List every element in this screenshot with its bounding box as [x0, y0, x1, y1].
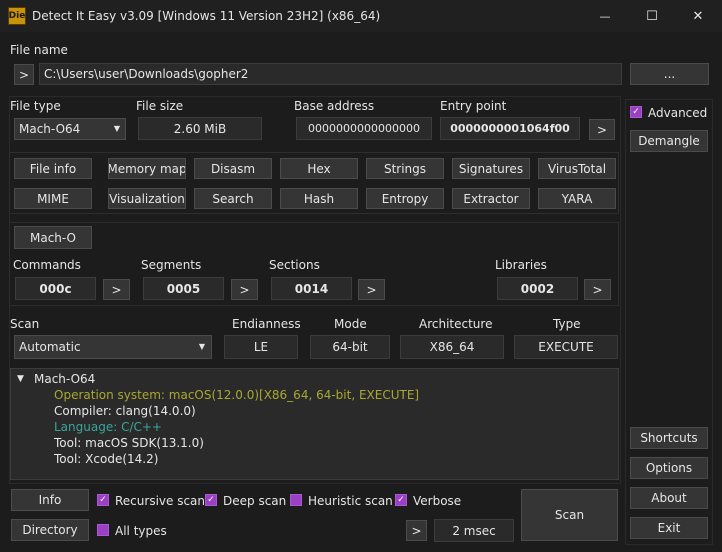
- commands-label: Commands: [13, 258, 81, 272]
- tool-button-file-info[interactable]: File info: [14, 158, 92, 179]
- recursive-scan-checkbox[interactable]: ✓: [97, 494, 109, 506]
- macho-button[interactable]: Mach-O: [14, 226, 92, 249]
- tool-button-signatures[interactable]: Signatures: [452, 158, 530, 179]
- tool-button-disasm[interactable]: Disasm: [194, 158, 272, 179]
- tree-result-line[interactable]: Tool: macOS SDK(13.1.0): [54, 436, 204, 450]
- base-address-label: Base address: [294, 99, 375, 113]
- entry-point-button[interactable]: >: [589, 119, 615, 140]
- tree-result-line[interactable]: Compiler: clang(14.0.0): [54, 404, 196, 418]
- file-type-select[interactable]: Mach-O64 ▼: [14, 118, 126, 140]
- app-logo-icon: Die: [8, 7, 26, 25]
- window-title: Detect It Easy v3.09 [Windows 11 Version…: [32, 9, 381, 23]
- file-type-value: Mach-O64: [19, 122, 81, 136]
- chevron-down-icon: ▼: [198, 342, 205, 351]
- tool-button-yara[interactable]: YARA: [538, 188, 616, 209]
- deep-scan-checkbox[interactable]: ✓: [205, 494, 217, 506]
- type-label: Type: [553, 317, 581, 331]
- sections-label: Sections: [269, 258, 320, 272]
- all-types-checkbox[interactable]: [97, 524, 109, 536]
- demangle-button[interactable]: Demangle: [630, 130, 708, 152]
- file-name-label: File name: [10, 43, 68, 57]
- tool-button-memory-map[interactable]: Memory map: [108, 158, 186, 179]
- commands-value: 000c: [15, 277, 96, 300]
- recursive-scan-label: Recursive scan: [115, 494, 206, 508]
- tool-button-strings[interactable]: Strings: [366, 158, 444, 179]
- advanced-checkbox[interactable]: ✓: [630, 106, 642, 118]
- verbose-checkbox[interactable]: ✓: [395, 494, 407, 506]
- results-tree[interactable]: ▼ Mach-O64 Operation system: macOS(12.0.…: [10, 368, 619, 480]
- checkmark-icon: ✓: [632, 106, 640, 117]
- scan-mode-select[interactable]: Automatic ▼: [14, 335, 212, 359]
- libraries-value: 0002: [497, 277, 578, 300]
- minimize-button[interactable]: —: [590, 6, 620, 26]
- base-address-value: 0000000000000000: [296, 117, 432, 140]
- tool-button-search[interactable]: Search: [194, 188, 272, 209]
- libraries-button[interactable]: >: [584, 279, 611, 300]
- tree-result-line[interactable]: Language: C/C++: [54, 420, 162, 434]
- tree-result-line[interactable]: Operation system: macOS(12.0.0)[X86_64, …: [54, 388, 419, 402]
- file-size-label: File size: [136, 99, 184, 113]
- tool-button-extractor[interactable]: Extractor: [452, 188, 530, 209]
- exit-button[interactable]: Exit: [630, 517, 708, 539]
- tool-button-hash[interactable]: Hash: [280, 188, 358, 209]
- info-button[interactable]: Info: [11, 489, 89, 511]
- libraries-label: Libraries: [495, 258, 547, 272]
- file-size-value: 2.60 MiB: [138, 117, 262, 140]
- heuristic-scan-label: Heuristic scan: [308, 494, 393, 508]
- checkmark-icon: ✓: [397, 494, 405, 505]
- architecture-value: X86_64: [400, 335, 504, 359]
- tree-result-line[interactable]: Tool: Xcode(14.2): [54, 452, 158, 466]
- endianness-label: Endianness: [232, 317, 301, 331]
- all-types-label: All types: [115, 524, 167, 538]
- checkmark-icon: ✓: [99, 494, 107, 505]
- type-value: EXECUTE: [514, 335, 618, 359]
- mode-value: 64-bit: [310, 335, 390, 359]
- deep-scan-label: Deep scan: [223, 494, 287, 508]
- verbose-label: Verbose: [413, 494, 462, 508]
- entry-point-label: Entry point: [440, 99, 507, 113]
- tree-expand-icon[interactable]: ▼: [17, 374, 24, 384]
- mode-label: Mode: [334, 317, 367, 331]
- shortcuts-button[interactable]: Shortcuts: [630, 427, 708, 449]
- scan-label: Scan: [10, 317, 40, 331]
- chevron-down-icon: ▼: [113, 124, 120, 133]
- directory-button[interactable]: Directory: [11, 519, 89, 541]
- segments-label: Segments: [141, 258, 202, 272]
- options-button[interactable]: Options: [630, 457, 708, 479]
- file-nav-button[interactable]: >: [14, 64, 34, 85]
- sections-value: 0014: [271, 277, 352, 300]
- tool-button-virustotal[interactable]: VirusTotal: [538, 158, 616, 179]
- segments-button[interactable]: >: [231, 279, 258, 300]
- tree-root[interactable]: Mach-O64: [34, 372, 95, 386]
- browse-button[interactable]: ...: [630, 63, 709, 85]
- endianness-value: LE: [224, 335, 298, 359]
- advanced-label: Advanced: [648, 106, 708, 120]
- scan-time-value: 2 msec: [434, 519, 514, 542]
- log-button[interactable]: >: [406, 520, 427, 541]
- tool-button-visualization[interactable]: Visualization: [108, 188, 186, 209]
- entry-point-value: 0000000001064f00: [440, 117, 580, 140]
- commands-button[interactable]: >: [103, 279, 130, 300]
- architecture-label: Architecture: [419, 317, 493, 331]
- file-path-input[interactable]: C:\Users\user\Downloads\gopher2: [39, 63, 622, 85]
- maximize-button[interactable]: ☐: [637, 6, 667, 26]
- segments-value: 0005: [143, 277, 224, 300]
- close-button[interactable]: ✕: [683, 6, 713, 26]
- tool-button-hex[interactable]: Hex: [280, 158, 358, 179]
- scan-button[interactable]: Scan: [521, 489, 618, 541]
- heuristic-scan-checkbox[interactable]: [290, 494, 302, 506]
- tool-button-entropy[interactable]: Entropy: [366, 188, 444, 209]
- title-bar: Die Detect It Easy v3.09 [Windows 11 Ver…: [0, 0, 722, 32]
- sections-button[interactable]: >: [358, 279, 385, 300]
- checkmark-icon: ✓: [207, 494, 215, 505]
- file-type-label: File type: [10, 99, 61, 113]
- scan-mode-value: Automatic: [19, 340, 81, 354]
- about-button[interactable]: About: [630, 487, 708, 509]
- tool-button-mime[interactable]: MIME: [14, 188, 92, 209]
